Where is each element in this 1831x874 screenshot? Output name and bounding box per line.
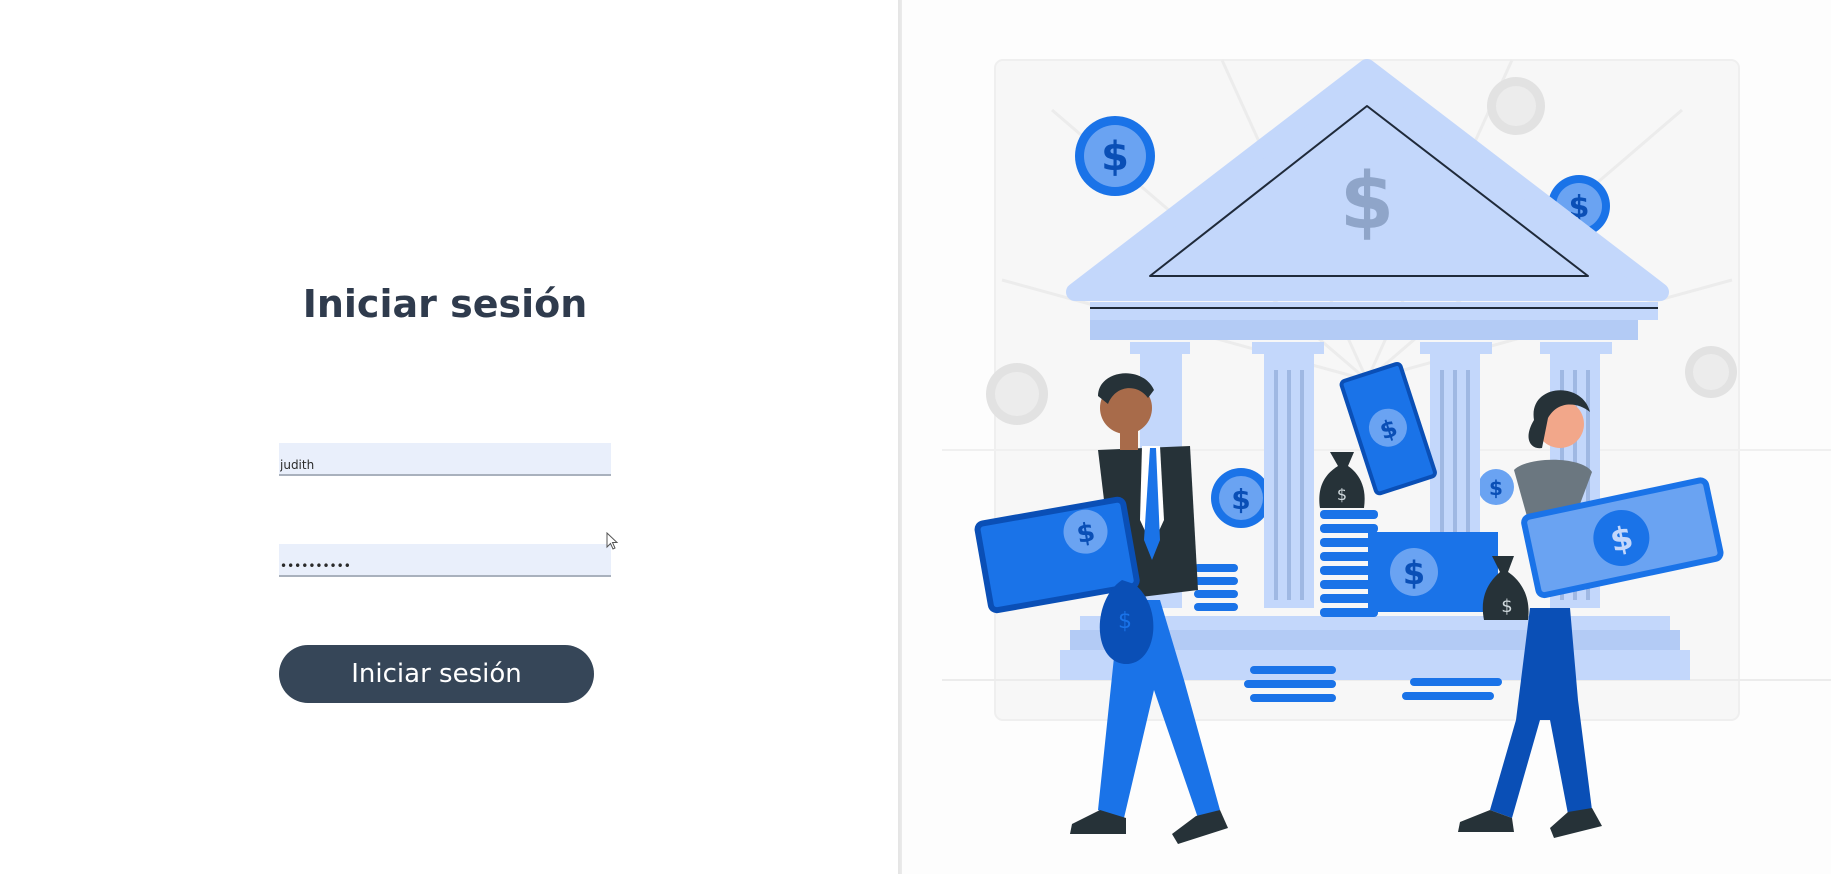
- password-field[interactable]: [279, 544, 611, 577]
- username-field[interactable]: [279, 443, 611, 476]
- svg-text:$: $: [1337, 485, 1347, 504]
- svg-text:$: $: [1118, 609, 1132, 634]
- login-panel: Iniciar sesión Iniciar sesión: [0, 0, 899, 874]
- bank-illustration: $ $ $ $ $ $ $ $ $ $ $ $: [942, 59, 1831, 844]
- page-title: Iniciar sesión: [302, 282, 588, 326]
- svg-text:$: $: [1340, 157, 1394, 247]
- svg-text:$: $: [1403, 554, 1425, 592]
- svg-text:$: $: [1489, 476, 1503, 500]
- svg-text:$: $: [1101, 134, 1129, 180]
- login-page: Iniciar sesión Iniciar sesión: [0, 0, 1831, 874]
- illustration-panel: $ $ $ $ $ $ $ $ $ $ $ $: [902, 0, 1831, 874]
- svg-text:$: $: [1231, 483, 1250, 516]
- login-button[interactable]: Iniciar sesión: [279, 645, 594, 703]
- svg-text:$: $: [1501, 596, 1512, 617]
- mouse-cursor-icon: [606, 532, 619, 550]
